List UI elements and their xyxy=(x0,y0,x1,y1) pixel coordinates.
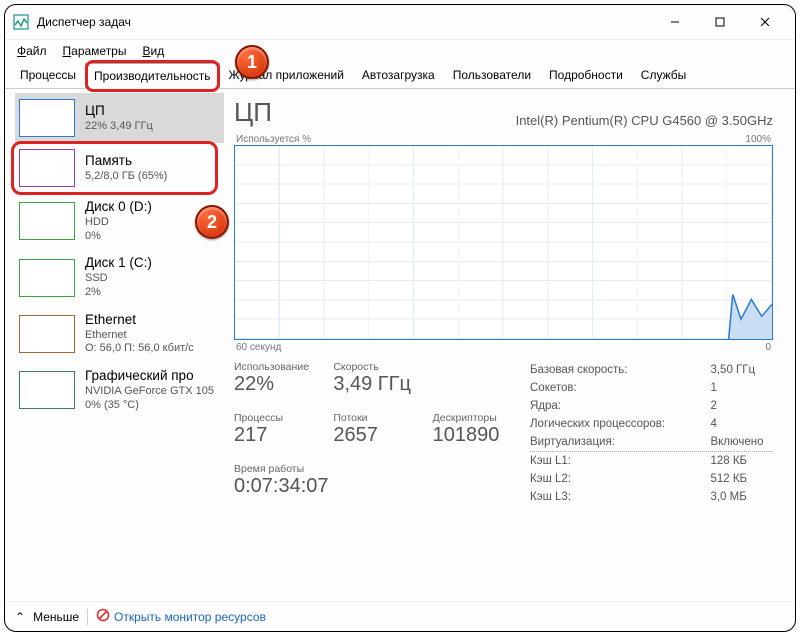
callout-badge-1: 1 xyxy=(235,45,269,79)
stats-right: Базовая скорость:3,50 ГГц Сокетов:1 Ядра… xyxy=(524,361,773,506)
cpu-sub: 22% 3,49 ГГц xyxy=(85,120,153,134)
cores-label: Ядра: xyxy=(530,397,680,415)
uptime-value: 0:07:34:07 xyxy=(234,475,524,498)
sidebar-item-ethernet[interactable]: Ethernet Ethernet О: 56,0 П: 56,0 кбит/с xyxy=(15,306,224,362)
eth-title: Ethernet xyxy=(85,312,194,329)
cpu-usage-chart xyxy=(234,145,773,340)
prohibit-icon xyxy=(96,608,110,625)
tab-startup[interactable]: Автозагрузка xyxy=(353,62,444,88)
disk0-title: Диск 0 (D:) xyxy=(85,199,152,216)
sidebar-item-disk0[interactable]: Диск 0 (D:) HDD 0% xyxy=(15,193,224,249)
tab-performance[interactable]: Производительность xyxy=(85,63,219,89)
callout-badge-2: 2 xyxy=(195,205,229,239)
processes-label: Процессы xyxy=(234,412,325,424)
window-title: Диспетчер задач xyxy=(37,15,652,29)
gpu-sub1: NVIDIA GeForce GTX 105 xyxy=(85,385,214,399)
task-manager-icon xyxy=(13,14,29,30)
task-manager-window: Диспетчер задач Файл Параметры Вид Проце… xyxy=(4,4,796,632)
virtualization-value: Включено xyxy=(680,433,773,451)
disk1-title: Диск 1 (C:) xyxy=(85,255,152,272)
threads-label: Потоки xyxy=(333,412,424,424)
menu-bar: Файл Параметры Вид xyxy=(5,40,795,62)
highlight-rect-1 xyxy=(85,60,219,92)
base-speed-label: Базовая скорость: xyxy=(530,361,680,379)
menu-options[interactable]: Параметры xyxy=(57,42,133,60)
sidebar-item-disk1[interactable]: Диск 1 (C:) SSD 2% xyxy=(15,249,224,305)
disk1-sub1: SSD xyxy=(85,272,152,286)
tab-details[interactable]: Подробности xyxy=(540,62,632,88)
l1-cache-value: 128 КБ xyxy=(680,452,773,470)
chart-x-label: 60 секунд xyxy=(236,342,281,353)
sockets-label: Сокетов: xyxy=(530,379,680,397)
resource-list: ЦП 22% 3,49 ГГц Память 5,2/8,0 ГБ (65%) … xyxy=(5,89,230,600)
cpu-title: ЦП xyxy=(85,103,153,120)
panel-title: ЦП xyxy=(234,97,272,128)
handles-value: 101890 xyxy=(433,424,524,447)
l1-cache-label: Кэш L1: xyxy=(530,452,680,470)
gpu-sub2: 0% (35 °C) xyxy=(85,399,214,413)
open-resource-monitor-label: Открыть монитор ресурсов xyxy=(114,610,266,624)
gpu-thumb-icon xyxy=(19,371,75,409)
chart-x-end: 0 xyxy=(765,342,771,353)
l2-cache-value: 512 КБ xyxy=(680,470,773,488)
titlebar: Диспетчер задач xyxy=(5,5,795,40)
handles-label: Дескрипторы xyxy=(433,412,524,424)
chart-y-max: 100% xyxy=(745,134,771,145)
footer-divider xyxy=(87,609,88,625)
sockets-value: 1 xyxy=(680,379,773,397)
tab-processes[interactable]: Процессы xyxy=(11,62,85,88)
chart-y-label: Используется % xyxy=(236,134,311,145)
processes-value: 217 xyxy=(234,424,325,447)
menu-file[interactable]: Файл xyxy=(11,42,53,60)
disk1-sub2: 2% xyxy=(85,286,152,300)
disk0-sub1: HDD xyxy=(85,216,152,230)
disk1-thumb-icon xyxy=(19,259,75,297)
menu-view[interactable]: Вид xyxy=(136,42,170,60)
l2-cache-label: Кэш L2: xyxy=(530,470,680,488)
lprocessors-label: Логических процессоров: xyxy=(530,415,680,433)
eth-sub1: Ethernet xyxy=(85,329,194,343)
stats-left: Использование 22% Скорость 3,49 ГГц Проц… xyxy=(234,361,524,506)
disk0-sub2: 0% xyxy=(85,230,152,244)
base-speed-value: 3,50 ГГц xyxy=(680,361,773,379)
window-controls xyxy=(652,7,787,37)
sidebar-item-cpu[interactable]: ЦП 22% 3,49 ГГц xyxy=(15,93,224,143)
highlight-rect-2 xyxy=(11,141,218,195)
footer: ⌃ Меньше Открыть монитор ресурсов xyxy=(5,601,795,631)
sidebar-item-memory[interactable]: Память 5,2/8,0 ГБ (65%) xyxy=(15,143,224,193)
cpu-model: Intel(R) Pentium(R) CPU G4560 @ 3.50GHz xyxy=(516,113,773,128)
eth-thumb-icon xyxy=(19,315,75,353)
fewer-details-button[interactable]: Меньше xyxy=(33,610,79,624)
l3-cache-value: 3,0 МБ xyxy=(680,488,773,506)
usage-value: 22% xyxy=(234,373,325,396)
eth-sub2: О: 56,0 П: 56,0 кбит/с xyxy=(85,342,194,356)
close-button[interactable] xyxy=(742,7,787,37)
tab-strip: Процессы Производительность Журнал прило… xyxy=(5,62,795,89)
gpu-title: Графический про xyxy=(85,368,214,385)
usage-label: Использование xyxy=(234,361,325,373)
threads-value: 2657 xyxy=(333,424,424,447)
cores-value: 2 xyxy=(680,397,773,415)
lprocessors-value: 4 xyxy=(680,415,773,433)
performance-panel: ЦП Intel(R) Pentium(R) CPU G4560 @ 3.50G… xyxy=(230,89,795,600)
virtualization-label: Виртуализация: xyxy=(530,433,680,451)
minimize-button[interactable] xyxy=(652,7,697,37)
maximize-button[interactable] xyxy=(697,7,742,37)
tab-users[interactable]: Пользователи xyxy=(444,62,540,88)
sidebar-item-gpu[interactable]: Графический про NVIDIA GeForce GTX 105 0… xyxy=(15,362,224,418)
chevron-up-icon[interactable]: ⌃ xyxy=(15,610,25,624)
disk0-thumb-icon xyxy=(19,202,75,240)
speed-label: Скорость xyxy=(333,361,524,373)
open-resource-monitor-link[interactable]: Открыть монитор ресурсов xyxy=(96,608,266,625)
speed-value: 3,49 ГГц xyxy=(333,373,524,396)
uptime-label: Время работы xyxy=(234,463,524,475)
tab-services[interactable]: Службы xyxy=(632,62,695,88)
cpu-thumb-icon xyxy=(19,99,75,137)
l3-cache-label: Кэш L3: xyxy=(530,488,680,506)
